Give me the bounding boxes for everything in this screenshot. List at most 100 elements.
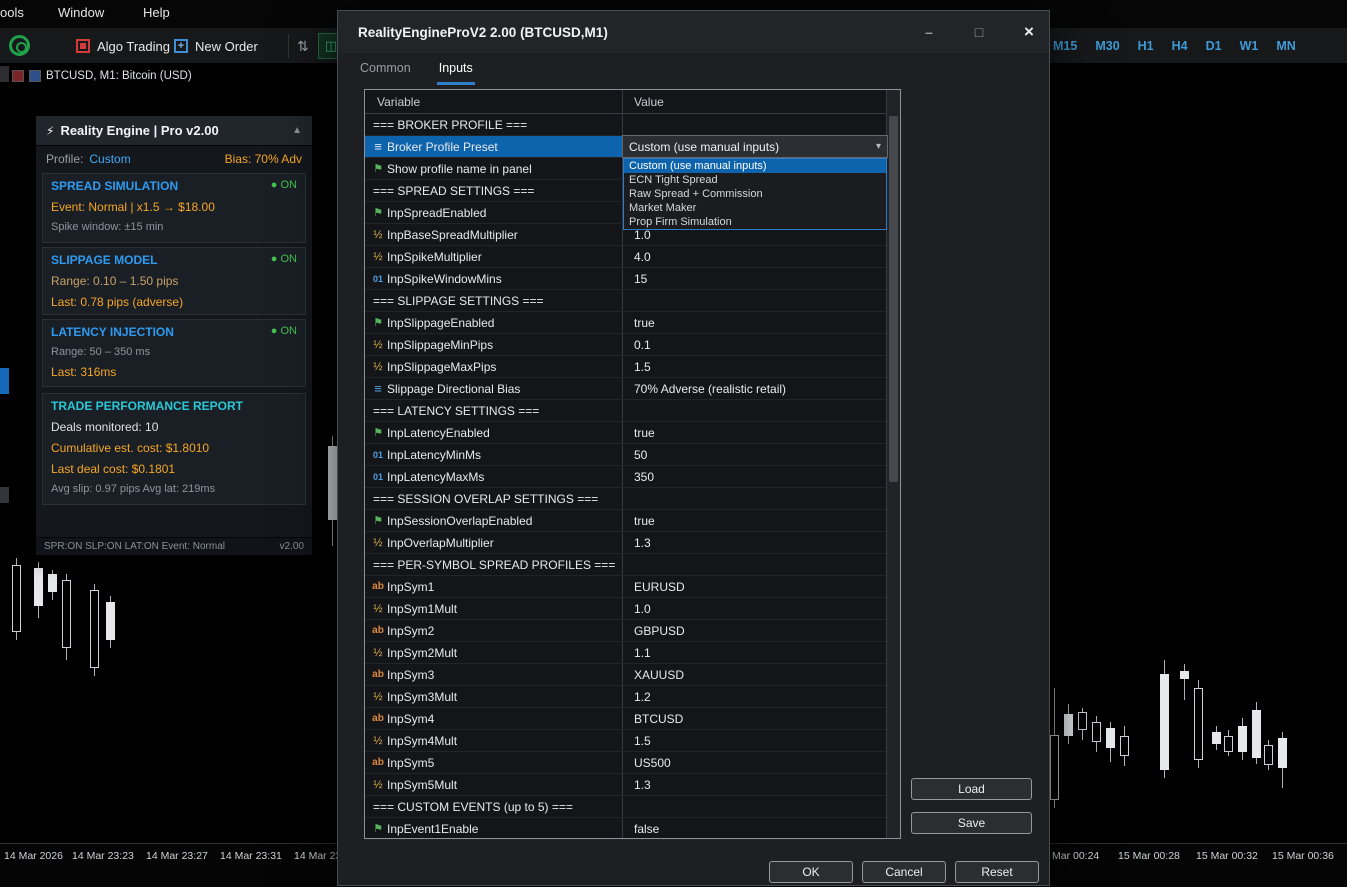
timeframe-w1[interactable]: W1 — [1231, 39, 1268, 53]
load-button[interactable]: Load — [911, 778, 1032, 800]
dropdown-option[interactable]: Raw Spread + Commission — [624, 187, 886, 201]
tab-common[interactable]: Common — [358, 55, 413, 85]
input-row[interactable]: ⚑ InpEvent1Enable false — [365, 818, 886, 840]
variable-value[interactable]: 1.5 — [622, 734, 886, 748]
variable-value[interactable]: 0.1 — [622, 338, 886, 352]
variable-value[interactable]: BTCUSD — [622, 712, 886, 726]
variable-value[interactable]: 50 — [622, 448, 886, 462]
scrollbar-thumb[interactable] — [889, 116, 898, 482]
save-button[interactable]: Save — [911, 812, 1032, 834]
menu-item-window[interactable]: Window — [58, 5, 104, 20]
input-row[interactable]: ½ InpSlippageMinPips 0.1 — [365, 334, 886, 356]
chart-window-icon — [29, 70, 41, 82]
panel-version: v2.00 — [279, 541, 304, 552]
dropdown-option[interactable]: Prop Firm Simulation — [624, 215, 886, 229]
timeframe-m30[interactable]: M30 — [1086, 39, 1128, 53]
section-row[interactable]: === PER-SYMBOL SPREAD PROFILES === — [365, 554, 886, 576]
variable-value[interactable]: 1.3 — [622, 536, 886, 550]
timeframe-d1[interactable]: D1 — [1197, 39, 1231, 53]
menu-item-ools[interactable]: ools — [0, 5, 24, 20]
panel-title-bar[interactable]: ⚡ Reality Engine | Pro v2.00 ▲ — [36, 116, 312, 146]
variable-cell: ab InpSym3 — [365, 668, 622, 682]
input-row[interactable]: ½ InpSlippageMaxPips 1.5 — [365, 356, 886, 378]
variable-value[interactable]: US500 — [622, 756, 886, 770]
section-row[interactable]: === CUSTOM EVENTS (up to 5) === — [365, 796, 886, 818]
dropdown-option[interactable]: Market Maker — [624, 201, 886, 215]
timeframe-h1[interactable]: H1 — [1129, 39, 1163, 53]
input-row[interactable]: ab InpSym4 BTCUSD — [365, 708, 886, 730]
variable-value[interactable]: XAUUSD — [622, 668, 886, 682]
variable-value[interactable]: true — [622, 426, 886, 440]
variable-value[interactable]: 70% Adverse (realistic retail) — [622, 382, 886, 396]
dropdown-option[interactable]: Custom (use manual inputs) — [624, 159, 886, 173]
input-row[interactable]: ½ InpSym5Mult 1.3 — [365, 774, 886, 796]
input-row[interactable]: ½ InpSym1Mult 1.0 — [365, 598, 886, 620]
reset-button[interactable]: Reset — [955, 861, 1039, 883]
community-icon[interactable] — [9, 35, 30, 56]
timeframe-m15[interactable]: M15 — [1044, 39, 1086, 53]
input-row[interactable]: ½ InpSym4Mult 1.5 — [365, 730, 886, 752]
minimize-icon[interactable]: – — [919, 24, 939, 40]
timeframe-h4[interactable]: H4 — [1163, 39, 1197, 53]
input-row[interactable]: ab InpSym5 US500 — [365, 752, 886, 774]
input-row[interactable]: ⚑ InpSlippageEnabled true — [365, 312, 886, 334]
variable-value[interactable]: 1.2 — [622, 690, 886, 704]
input-row[interactable]: ⚑ InpLatencyEnabled true — [365, 422, 886, 444]
input-row[interactable]: ≡ Broker Profile Preset Custom (use manual… — [365, 135, 888, 158]
variable-name: InpSessionOverlapEnabled — [387, 513, 533, 528]
section-row[interactable]: === BROKER PROFILE === — [365, 114, 886, 136]
maximize-icon[interactable]: □ — [969, 24, 989, 40]
variable-value[interactable]: false — [622, 822, 886, 836]
tab-inputs[interactable]: Inputs — [436, 55, 475, 85]
new-order-button[interactable]: + New Order — [174, 34, 258, 58]
input-row[interactable]: 01 InpLatencyMinMs 50 — [365, 444, 886, 466]
section-row[interactable]: === LATENCY SETTINGS === — [365, 400, 886, 422]
variable-name: InpBaseSpreadMultiplier — [387, 227, 518, 242]
input-row[interactable]: ab InpSym2 GBPUSD — [365, 620, 886, 642]
variable-value[interactable]: 350 — [622, 470, 886, 484]
latency-status: ● ON — [270, 325, 297, 337]
scrollbar[interactable] — [886, 90, 900, 838]
variable-value[interactable]: 15 — [622, 272, 886, 286]
variable-value[interactable]: true — [622, 316, 886, 330]
input-row[interactable]: 01 InpLatencyMaxMs 350 — [365, 466, 886, 488]
string-icon: ab — [372, 757, 384, 768]
input-row[interactable]: ½ InpSym3Mult 1.2 — [365, 686, 886, 708]
variable-value[interactable]: 4.0 — [622, 250, 886, 264]
dropdown-option[interactable]: ECN Tight Spread — [624, 173, 886, 187]
variable-value[interactable]: EURUSD — [622, 580, 886, 594]
input-row[interactable]: ⚑ InpSessionOverlapEnabled true — [365, 510, 886, 532]
dialog-title-bar[interactable]: RealityEngineProV2 2.00 (BTCUSD,M1) – □ … — [338, 11, 1049, 53]
timeframe-mn[interactable]: MN — [1267, 39, 1304, 53]
double-icon: ½ — [373, 338, 383, 351]
close-icon[interactable]: × — [1019, 22, 1039, 42]
variable-name: InpSlippageMinPips — [387, 337, 494, 352]
variable-value[interactable]: 1.1 — [622, 646, 886, 660]
input-row[interactable]: ab InpSym3 XAUUSD — [365, 664, 886, 686]
variable-value[interactable]: 1.5 — [622, 360, 886, 374]
variable-cell: ab InpSym4 — [365, 712, 622, 726]
input-row[interactable]: ab InpSym1 EURUSD — [365, 576, 886, 598]
arrows-icon[interactable]: ⇅ — [297, 38, 309, 55]
menu-item-help[interactable]: Help — [143, 5, 170, 20]
broker-profile-combo[interactable]: Custom (use manual inputs) ▾ — [622, 135, 888, 158]
variable-value[interactable]: 1.0 — [622, 602, 886, 616]
variable-value[interactable]: true — [622, 514, 886, 528]
cancel-button[interactable]: Cancel — [862, 861, 946, 883]
input-row[interactable]: 01 InpSpikeWindowMins 15 — [365, 268, 886, 290]
table-header: Variable Value — [365, 90, 900, 114]
input-row[interactable]: ½ InpSpikeMultiplier 4.0 — [365, 246, 886, 268]
algo-trading-button[interactable]: Algo Trading — [76, 34, 170, 58]
input-row[interactable]: ½ InpSym2Mult 1.1 — [365, 642, 886, 664]
variable-value[interactable]: 1.3 — [622, 778, 886, 792]
variable-name: InpSym3Mult — [387, 689, 458, 704]
input-row[interactable]: ≡ Slippage Directional Bias 70% Adverse (r… — [365, 378, 886, 400]
report-last-deal: Last deal cost: $0.1801 — [51, 462, 176, 476]
section-row[interactable]: === SESSION OVERLAP SETTINGS === — [365, 488, 886, 510]
variable-name: InpSlippageEnabled — [387, 315, 495, 330]
ok-button[interactable]: OK — [769, 861, 853, 883]
variable-value[interactable]: GBPUSD — [622, 624, 886, 638]
collapse-icon[interactable]: ▲ — [292, 125, 302, 136]
section-row[interactable]: === SLIPPAGE SETTINGS === — [365, 290, 886, 312]
input-row[interactable]: ½ InpOverlapMultiplier 1.3 — [365, 532, 886, 554]
